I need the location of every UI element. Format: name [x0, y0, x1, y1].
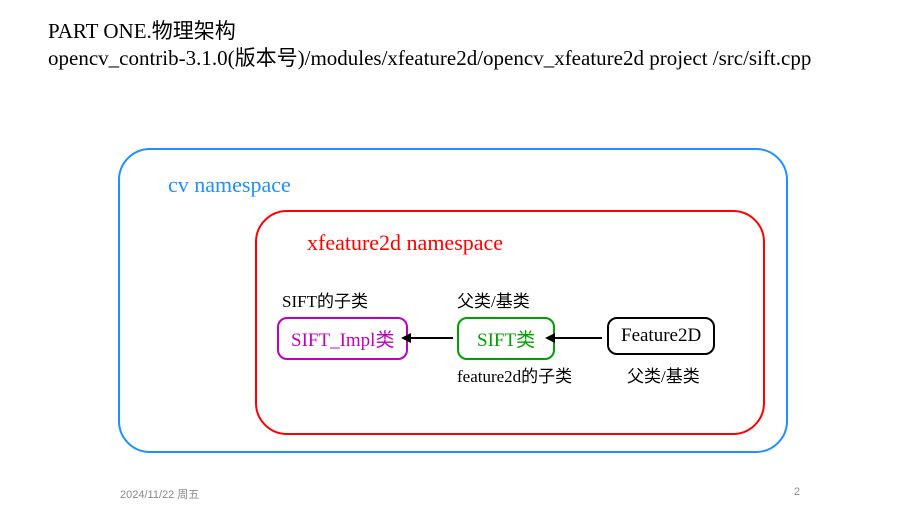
- cv-namespace-box: cv namespace xfeature2d namespace SIFT的子…: [118, 148, 788, 453]
- annotation-parent-2: 父类/基类: [627, 362, 700, 387]
- header-line-2: opencv_contrib-3.1.0(版本号)/modules/xfeatu…: [48, 45, 811, 72]
- xfeature2d-namespace-label: xfeature2d namespace: [307, 230, 503, 256]
- footer-page-number: 2: [794, 486, 800, 502]
- xfeature2d-namespace-box: xfeature2d namespace SIFT的子类 父类/基类 SIFT_…: [255, 210, 765, 435]
- arrow-feature2d-to-sift: [547, 337, 602, 339]
- page-footer: 2024/11/22 周五 2: [120, 486, 800, 502]
- annotation-parent-1: 父类/基类: [457, 287, 530, 312]
- header-line-1: PART ONE.物理架构: [48, 18, 811, 45]
- page-header: PART ONE.物理架构 opencv_contrib-3.1.0(版本号)/…: [48, 18, 811, 73]
- annotation-feature2d-subclass: feature2d的子类: [457, 362, 572, 387]
- class-box-sift: SIFT类: [457, 317, 555, 360]
- cv-namespace-label: cv namespace: [168, 172, 291, 198]
- annotation-sift-subclass: SIFT的子类: [282, 287, 368, 312]
- footer-date: 2024/11/22 周五: [120, 486, 199, 502]
- arrow-sift-to-siftimpl: [403, 337, 453, 339]
- class-box-sift-impl: SIFT_Impl类: [277, 317, 408, 360]
- class-box-feature2d: Feature2D: [607, 317, 715, 355]
